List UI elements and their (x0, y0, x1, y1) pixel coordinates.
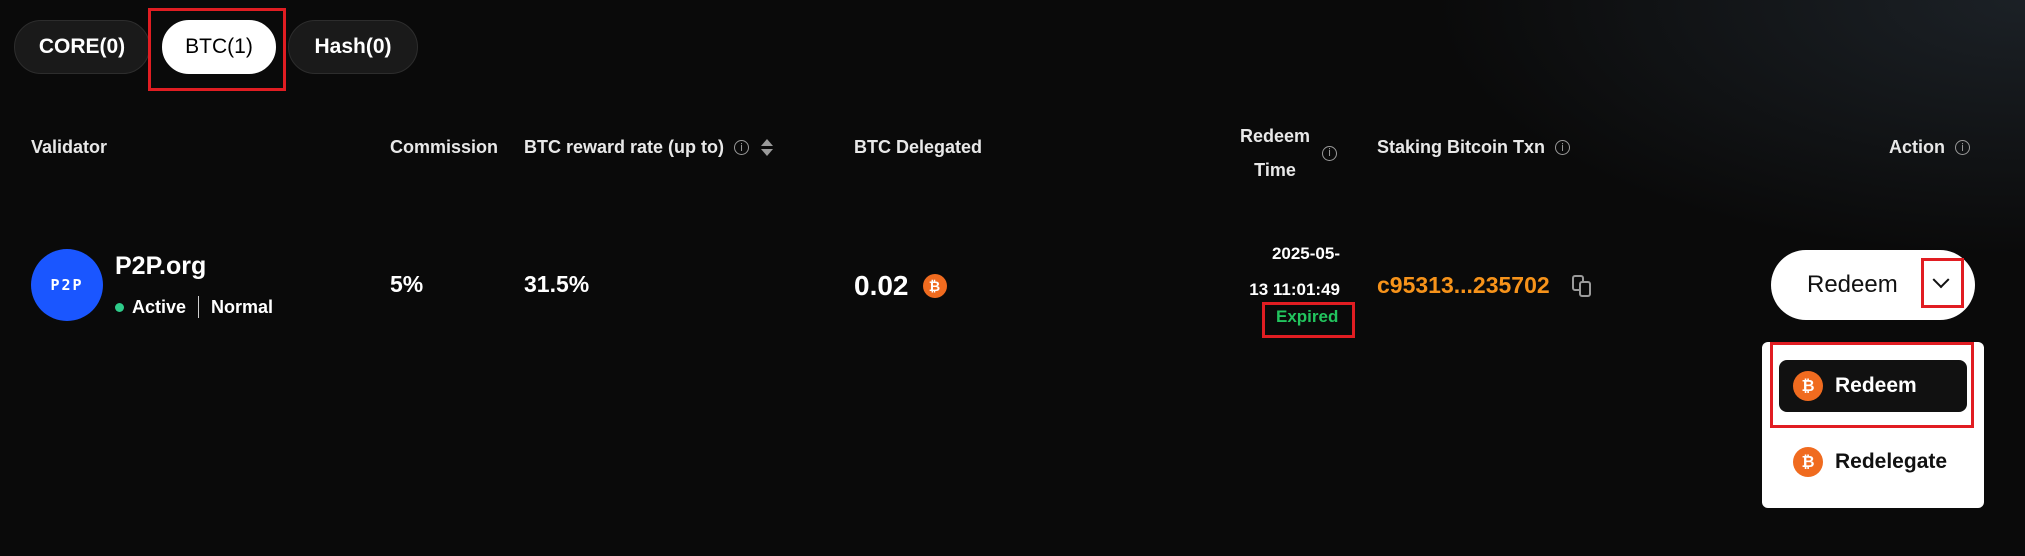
column-header-redeem-time-line2: Time (1254, 160, 1296, 180)
tab-core[interactable]: CORE(0) (14, 20, 150, 74)
status-divider (198, 296, 200, 318)
copy-icon[interactable] (1572, 275, 1594, 299)
txn-info-icon[interactable]: i (1555, 140, 1571, 155)
column-header-validator-label: Validator (31, 137, 108, 157)
validator-status: Active Normal (115, 296, 273, 318)
column-header-txn: Staking Bitcoin Txn i (1377, 137, 1571, 158)
menu-item-redelegate[interactable]: ₿ Redelegate (1779, 436, 1967, 488)
redeem-time-value: 2025-05- 13 11:01:49 (1230, 236, 1340, 308)
reward-rate-sort-icon[interactable] (761, 139, 774, 156)
bitcoin-icon: ₿ (922, 274, 947, 298)
validator-logo: P2P (31, 249, 103, 321)
column-header-txn-label: Staking Bitcoin Txn (1377, 137, 1546, 157)
column-header-redeem-time-line1: Redeem (1239, 126, 1311, 146)
background-glow (1425, 0, 2025, 260)
delegated-value: 0.02 (854, 270, 909, 301)
expired-status-badge: Expired (1276, 307, 1339, 326)
reward-rate-info-icon[interactable]: i (734, 140, 750, 155)
redeem-action-label: Redeem (1807, 271, 1898, 298)
staking-txn-link[interactable]: c95313...235702 (1377, 272, 1550, 299)
column-header-reward-rate: BTC reward rate (up to) i (524, 137, 774, 158)
menu-item-redeem[interactable]: ₿ Redeem (1779, 360, 1967, 412)
column-header-reward-rate-label: BTC reward rate (up to) (524, 137, 725, 157)
validator-status-label: Active (132, 296, 187, 317)
column-header-delegated: BTC Delegated (854, 137, 982, 158)
menu-item-redelegate-label: Redelegate (1835, 450, 1948, 473)
chevron-down-icon[interactable] (1930, 271, 1952, 295)
action-dropdown-menu: ₿ Redeem ₿ Redelegate (1762, 342, 1984, 508)
column-header-redeem-time: Redeem Time i (1238, 119, 1337, 187)
column-header-action: Action i (1889, 137, 1970, 158)
status-dot-icon (115, 302, 124, 312)
redeem-action-button[interactable]: Redeem (1771, 250, 1975, 320)
column-header-commission: Commission (390, 137, 498, 158)
validator-tier-label: Normal (211, 296, 274, 317)
tab-hash[interactable]: Hash(0) (288, 20, 418, 74)
redeem-time-clock: 13 11:01:49 (1249, 280, 1340, 299)
delegation-tabs: CORE(0) BTC(1) Hash(0) (14, 20, 418, 74)
column-header-validator: Validator (31, 137, 107, 158)
action-info-icon[interactable]: i (1955, 140, 1970, 155)
validator-name[interactable]: P2P.org (115, 252, 206, 281)
tab-btc[interactable]: BTC(1) (162, 20, 276, 74)
delegated-cell: 0.02 ₿ (854, 270, 947, 302)
reward-rate-value: 31.5% (524, 271, 590, 297)
redeem-time-info-icon[interactable]: i (1322, 145, 1337, 161)
redeem-time-date: 2025-05- (1271, 244, 1340, 263)
commission-value: 5% (390, 271, 424, 297)
bitcoin-icon: ₿ (1793, 447, 1823, 477)
column-header-delegated-label: BTC Delegated (854, 137, 983, 157)
menu-item-redeem-label: Redeem (1835, 374, 1917, 397)
column-header-commission-label: Commission (390, 137, 499, 157)
bitcoin-icon: ₿ (1793, 371, 1823, 401)
column-header-action-label: Action (1889, 137, 1945, 157)
